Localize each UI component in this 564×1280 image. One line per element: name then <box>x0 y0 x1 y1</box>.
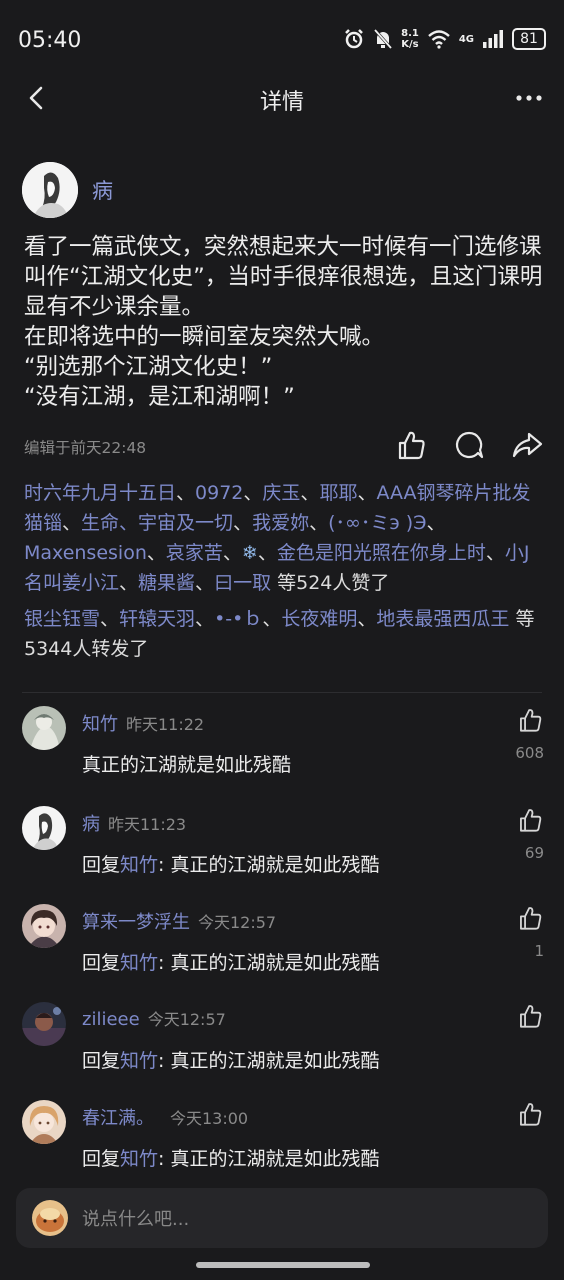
commenter-name[interactable]: 知竹 <box>82 714 118 735</box>
like-count: 69 <box>524 844 544 862</box>
comment-text: 回复知竹: 真正的江湖就是如此残酷 <box>82 854 380 876</box>
like-icon[interactable] <box>516 806 544 834</box>
reposter-name[interactable]: •-•ｂ <box>214 608 262 630</box>
alarm-icon <box>345 29 363 49</box>
liker-name[interactable]: Maxensesion <box>24 542 147 564</box>
net-speed-value: 8.1 <box>401 28 419 39</box>
battery-icon: 81 <box>512 28 546 50</box>
comment-text: 回复知竹: 真正的江湖就是如此残酷 <box>82 952 380 974</box>
comment-time: 今天13:00 <box>170 1109 249 1128</box>
post-author[interactable]: 病 <box>22 162 113 218</box>
avatar[interactable] <box>22 162 78 218</box>
comment-time: 今天12:57 <box>198 913 277 932</box>
commenter-name[interactable]: zilieee <box>82 1009 140 1030</box>
like-icon[interactable] <box>516 1100 544 1128</box>
comment-header: 算来一梦浮生 今天12:57 <box>82 908 276 934</box>
comment-header: 知竹 昨天11:22 <box>82 710 204 736</box>
edit-time: 编辑于前天22:48 <box>24 439 147 457</box>
reposts-list: 银尘钰雪、轩辕天羽、•-•ｂ、长夜难明、地表最强西瓜王 等5344人转发了 <box>24 608 535 660</box>
avatar[interactable] <box>22 806 66 850</box>
comment-header: 病昨天11:23 <box>82 810 186 836</box>
more-icon[interactable] <box>514 88 544 108</box>
comment-time: 今天12:57 <box>147 1010 226 1029</box>
reposter-name[interactable]: 银尘钰雪 <box>24 608 100 630</box>
post-actions <box>394 428 544 462</box>
reposter-name[interactable]: 地表最强西瓜王 <box>376 608 509 630</box>
comment-input-bar <box>16 1188 548 1248</box>
signal-icon <box>483 30 503 48</box>
comment-item: zilieee 今天12:57 回复知竹: 真正的江湖就是如此残酷 <box>22 1002 546 1082</box>
comment-item: 知竹 昨天11:22 真正的江湖就是如此残酷 608 <box>22 706 546 786</box>
commenter-name[interactable]: 春江满。 <box>82 1108 154 1129</box>
like-count: 608 <box>515 744 544 762</box>
likes-summary[interactable]: 等524人赞了 <box>277 572 389 594</box>
liker-name[interactable]: ❄ <box>242 542 258 564</box>
avatar[interactable] <box>22 706 66 750</box>
share-icon[interactable] <box>510 428 544 462</box>
comment-header: zilieee 今天12:57 <box>82 1006 226 1030</box>
post-meta: 编辑于前天22:48 <box>24 428 544 464</box>
status-time: 05:40 <box>18 28 82 53</box>
comment-text: 真正的江湖就是如此残酷 <box>82 754 292 776</box>
status-bar: 05:40 8.1 K/s 4G 81 <box>0 0 564 80</box>
commenter-name[interactable]: 算来一梦浮生 <box>82 912 190 933</box>
avatar[interactable] <box>32 1200 68 1236</box>
like-icon[interactable] <box>516 904 544 932</box>
avatar[interactable] <box>22 1002 66 1046</box>
comment-text: 回复知竹: 真正的江湖就是如此残酷 <box>82 1050 380 1072</box>
liker-name[interactable]: 生命、宇宙及一切 <box>81 512 233 534</box>
avatar[interactable] <box>22 904 66 948</box>
comment-time: 昨天11:22 <box>126 715 205 734</box>
divider <box>22 692 542 693</box>
comment-icon[interactable] <box>452 428 486 462</box>
comment-time: 昨天11:23 <box>108 815 187 834</box>
like-icon[interactable] <box>394 428 428 462</box>
post-body: 看了一篇武侠文，突然想起来大一时候有一门选修课叫作“江湖文化史”，当时手很痒很想… <box>24 232 544 412</box>
post-paragraph: “别选那个江湖文化史！” <box>24 354 273 380</box>
comment-input[interactable] <box>80 1200 524 1238</box>
liker-name[interactable]: 我爱妳 <box>252 512 309 534</box>
page-title: 详情 <box>259 90 304 115</box>
comment-header: 春江满。 今天13:00 <box>82 1104 248 1130</box>
net-speed: 8.1 K/s <box>401 28 419 50</box>
mute-icon <box>373 29 393 49</box>
liker-name[interactable]: 耶耶 <box>319 482 357 504</box>
commenter-name[interactable]: 病 <box>82 814 100 835</box>
like-icon[interactable] <box>516 1002 544 1030</box>
liker-name[interactable]: 0972 <box>195 482 243 504</box>
liker-name[interactable]: 糖果酱 <box>138 572 195 594</box>
reposter-name[interactable]: 长夜难明 <box>281 608 357 630</box>
header: 详情 <box>0 76 564 122</box>
comment-text: 回复知竹: 真正的江湖就是如此残酷 <box>82 1148 380 1170</box>
like-count: 1 <box>534 942 544 960</box>
post-paragraph: 看了一篇武侠文，突然想起来大一时候有一门选修课叫作“江湖文化史”，当时手很痒很想… <box>24 234 543 320</box>
liker-name[interactable]: 哀家苦 <box>166 542 223 564</box>
home-indicator[interactable] <box>196 1262 370 1268</box>
likes-list: 时六年九月十五日、0972、庆玉、耶耶、AAA钢琴碎片批发猫锱、生命、宇宙及一切… <box>24 482 531 594</box>
reposter-name[interactable]: 轩辕天羽 <box>119 608 195 630</box>
like-icon[interactable] <box>516 706 544 734</box>
liker-name[interactable]: (･∞･ミэ )Э <box>328 512 426 534</box>
wifi-icon <box>428 30 450 49</box>
comment-item: 算来一梦浮生 今天12:57 回复知竹: 真正的江湖就是如此残酷 1 <box>22 904 546 984</box>
post-paragraph: “没有江湖，是江和湖啊！” <box>24 384 295 410</box>
liker-name[interactable]: 曰一取 <box>214 572 271 594</box>
status-icons: 8.1 K/s 4G 81 <box>343 28 546 50</box>
signal-label: 4G <box>458 33 474 45</box>
screen: 05:40 8.1 K/s 4G 81 详情 病 看了一篇武侠文，突然想起来大一… <box>0 0 564 1280</box>
net-speed-unit: K/s <box>401 39 419 50</box>
post-paragraph: 在即将选中的一瞬间室友突然大喊。 <box>24 324 385 350</box>
liker-name[interactable]: 庆玉 <box>262 482 300 504</box>
author-name[interactable]: 病 <box>92 175 113 205</box>
avatar[interactable] <box>22 1100 66 1144</box>
comment-item: 春江满。 今天13:00 回复知竹: 真正的江湖就是如此残酷 <box>22 1100 546 1180</box>
comment-item: 病昨天11:23 回复知竹: 真正的江湖就是如此残酷 69 <box>22 806 546 886</box>
liker-name[interactable]: 金色是阳光照在你身上时 <box>277 542 486 564</box>
liker-name[interactable]: 时六年九月十五日 <box>24 482 176 504</box>
